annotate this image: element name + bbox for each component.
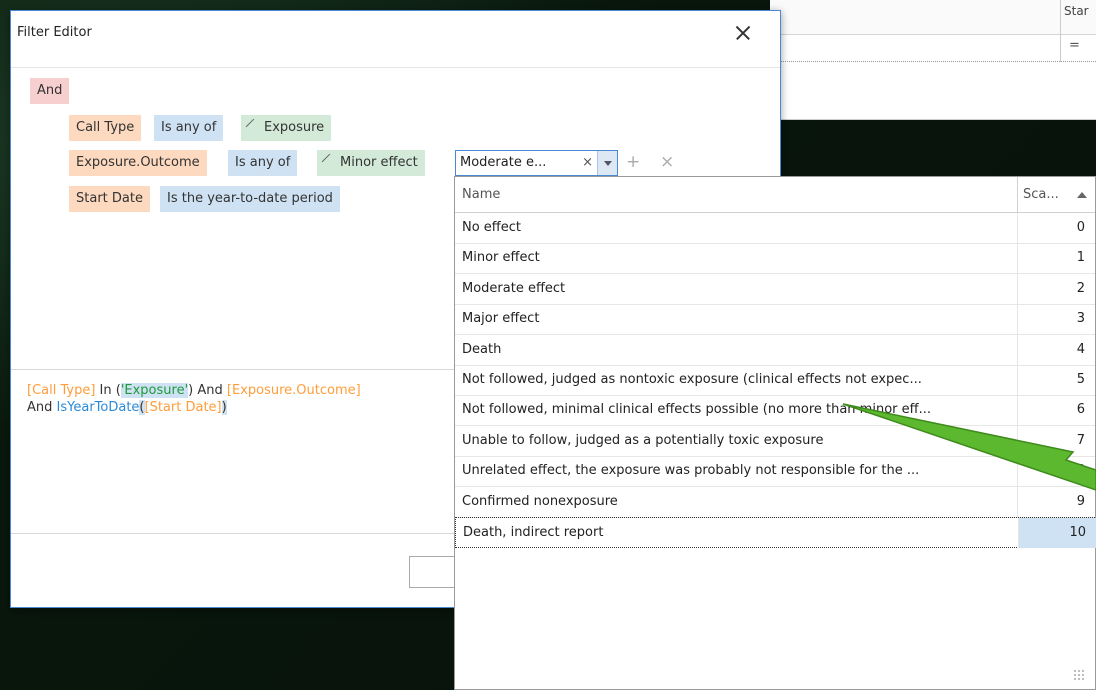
condition-value-minor-effect[interactable]: Minor effect: [317, 150, 425, 176]
expr-field-call-type: [Call Type]: [27, 383, 96, 398]
lookup-row[interactable]: Unable to follow, judged as a potentiall…: [455, 425, 1095, 457]
expr-keyword-and: And: [27, 400, 57, 415]
sort-ascending-icon: [1077, 192, 1087, 198]
group-operator-and[interactable]: And: [30, 78, 70, 104]
lookup-row[interactable]: Confirmed nonexposure 9: [455, 486, 1095, 518]
resize-grip-icon[interactable]: [1073, 669, 1085, 681]
auto-filter-row: =: [770, 35, 1096, 62]
lookup-row[interactable]: Not followed, minimal clinical effects p…: [455, 395, 1095, 427]
condition-field-start-date[interactable]: Start Date: [69, 186, 150, 212]
filter-condition-cell[interactable]: =: [1060, 35, 1096, 62]
value-label: Exposure: [264, 120, 325, 135]
row-scale: 9: [1017, 486, 1095, 517]
row-scale: 4: [1017, 334, 1095, 365]
pencil-icon: [245, 118, 262, 135]
column-separator: [1017, 177, 1018, 213]
expr-keyword-in: In (: [95, 383, 121, 398]
row-scale: 7: [1017, 425, 1095, 456]
row-name: Minor effect: [462, 250, 540, 266]
row-name: Not followed, judged as nontoxic exposur…: [462, 372, 922, 387]
lookup-row[interactable]: Death 4: [455, 334, 1095, 366]
expr-field-exposure-outcome: [Exposure.Outcome]: [226, 383, 361, 398]
expr-paren-close: ): [221, 400, 227, 415]
row-scale: 2: [1017, 273, 1095, 304]
lookup-row[interactable]: Not followed, judged as nontoxic exposur…: [455, 365, 1095, 396]
row-name: No effect: [462, 220, 522, 235]
background-grid-window: Star =: [770, 0, 1096, 120]
column-header-scale[interactable]: Sca...: [1023, 187, 1059, 202]
value-label: Minor effect: [340, 155, 418, 170]
lookup-dropdown-popup: Name Sca... No effect 0 Minor effect 1 Moder…: [454, 176, 1096, 690]
row-name: Unrelated effect, the exposure was proba…: [462, 463, 920, 479]
lookup-row[interactable]: No effect 0: [455, 213, 1095, 244]
combobox-text: Moderate e...: [460, 155, 547, 170]
row-scale: 10: [1018, 518, 1096, 548]
lookup-row[interactable]: Moderate effect 2: [455, 273, 1095, 305]
row-scale: 0: [1017, 213, 1095, 243]
condition-value-exposure[interactable]: Exposure: [241, 115, 332, 141]
grid-column-header-start[interactable]: Star: [1060, 0, 1096, 35]
lookup-header: Name Sca...: [455, 177, 1095, 213]
dropdown-arrow-icon[interactable]: [597, 151, 617, 175]
background-grid-header: Star: [770, 0, 1096, 35]
dialog-title: Filter Editor: [17, 25, 92, 40]
column-header-name[interactable]: Name: [462, 187, 500, 202]
row-name: Unable to follow, judged as a potentiall…: [462, 432, 824, 448]
lookup-row[interactable]: Minor effect 1: [455, 243, 1095, 275]
expr-keyword-and: ) And: [188, 383, 227, 398]
row-name: Major effect: [462, 311, 540, 327]
lookup-row[interactable]: Death, indirect report 10: [455, 517, 1096, 548]
expr-field-start-date: [Start Date]: [144, 400, 222, 415]
row-name: Confirmed nonexposure: [462, 493, 618, 509]
row-name: Death: [462, 341, 502, 357]
row-scale: 6: [1017, 395, 1095, 426]
row-scale: 1: [1017, 243, 1095, 274]
value-editor-combobox[interactable]: Moderate e... ×: [455, 150, 618, 176]
condition-operator-is-any-of[interactable]: Is any of: [154, 115, 224, 141]
condition-field-call-type[interactable]: Call Type: [69, 115, 142, 141]
row-scale: 5: [1017, 365, 1095, 395]
close-icon[interactable]: [731, 21, 755, 45]
lookup-row[interactable]: Major effect 3: [455, 304, 1095, 336]
pencil-icon: [321, 153, 338, 170]
condition-operator-year-to-date[interactable]: Is the year-to-date period: [160, 186, 340, 212]
condition-operator-is-any-of[interactable]: Is any of: [228, 150, 298, 176]
row-name: Moderate effect: [462, 280, 566, 296]
row-name: Death, indirect report: [463, 525, 604, 540]
condition-field-exposure-outcome[interactable]: Exposure.Outcome: [69, 150, 207, 176]
expr-string-exposure: 'Exposure': [120, 383, 189, 398]
clear-icon[interactable]: ×: [582, 151, 593, 175]
row-scale: 8: [1017, 456, 1095, 487]
row-scale: 3: [1017, 304, 1095, 335]
row-name: Not followed, minimal clinical effects p…: [462, 402, 931, 418]
expr-function-isyeartodate: IsYearToDate: [56, 400, 140, 415]
add-value-icon[interactable]: +: [626, 152, 640, 172]
lookup-row[interactable]: Unrelated effect, the exposure was proba…: [455, 456, 1095, 488]
remove-value-icon[interactable]: ×: [660, 152, 674, 172]
